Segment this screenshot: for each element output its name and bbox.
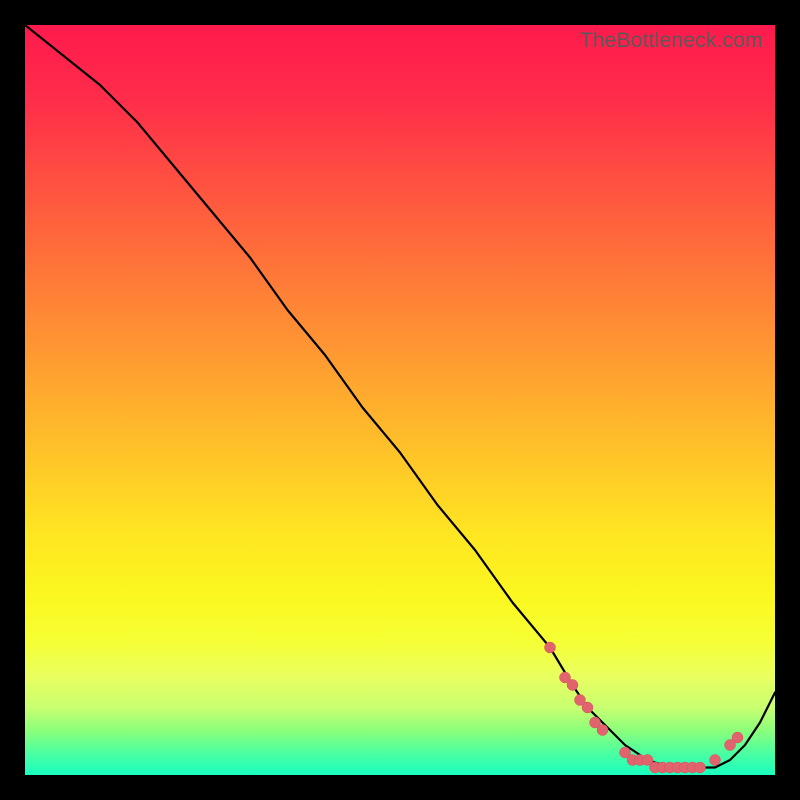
bottleneck-curve xyxy=(25,25,775,768)
curve-marker xyxy=(597,725,608,736)
curve-markers xyxy=(545,642,744,773)
curve-marker xyxy=(582,702,593,713)
curve-marker xyxy=(710,755,721,766)
curve-marker xyxy=(695,762,706,773)
curve-marker xyxy=(732,732,743,743)
chart-frame: TheBottleneck.com xyxy=(0,0,800,800)
plot-area: TheBottleneck.com xyxy=(25,25,775,775)
chart-svg xyxy=(25,25,775,775)
curve-marker xyxy=(545,642,556,653)
curve-marker xyxy=(567,680,578,691)
